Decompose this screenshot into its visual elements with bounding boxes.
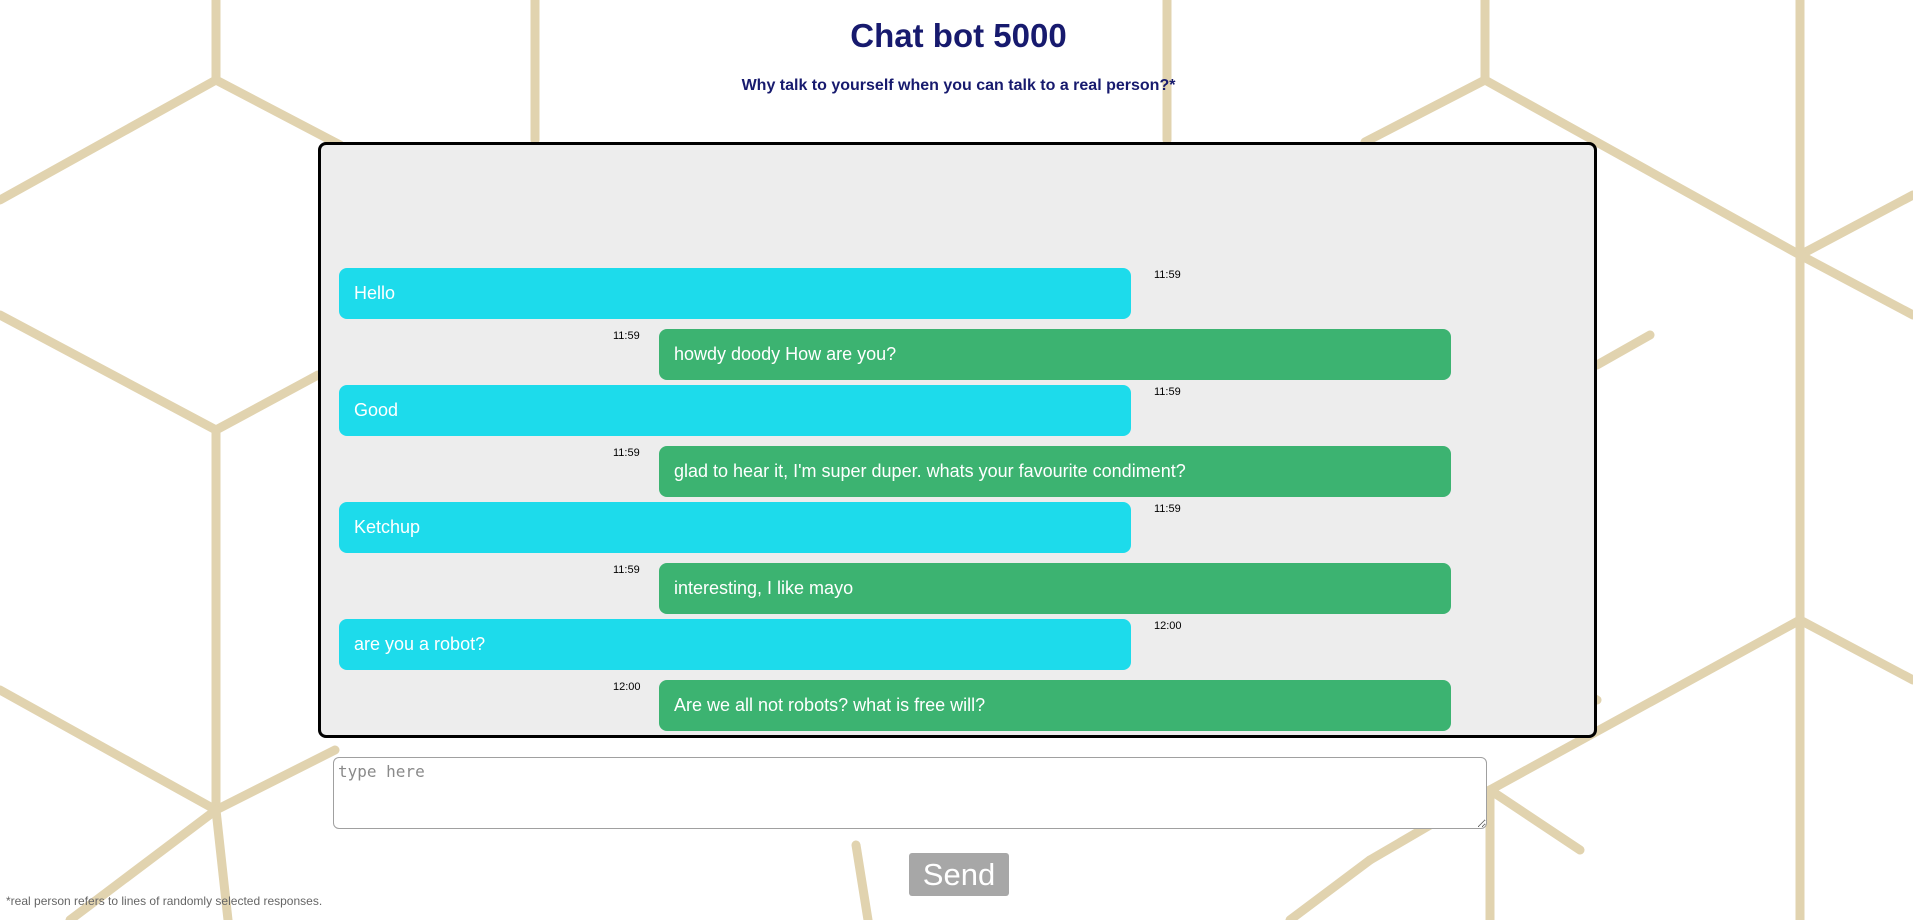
message-input[interactable] <box>333 757 1487 829</box>
message-timestamp: 12:00 <box>1154 620 1182 632</box>
message-timestamp: 11:59 <box>1154 386 1181 398</box>
footnote: *real person refers to lines of randomly… <box>6 894 323 908</box>
message-timestamp: 11:59 <box>613 447 640 459</box>
user-message: are you a robot? <box>339 619 1131 670</box>
bot-message: glad to hear it, I'm super duper. whats … <box>659 446 1451 497</box>
user-message: Ketchup <box>339 502 1131 553</box>
message-timestamp: 11:59 <box>1154 269 1181 281</box>
message-timestamp: 11:59 <box>613 330 640 342</box>
chat-window[interactable]: Hello 11:59 howdy doody How are you? 11:… <box>318 142 1597 738</box>
user-message: Good <box>339 385 1131 436</box>
message-timestamp: 11:59 <box>613 564 640 576</box>
send-button[interactable]: Send <box>909 853 1009 896</box>
page-title: Chat bot 5000 <box>850 17 1067 54</box>
message-timestamp: 12:00 <box>613 681 641 693</box>
bot-message: Are we all not robots? what is free will… <box>659 680 1451 731</box>
bot-message: interesting, I like mayo <box>659 563 1451 614</box>
message-timestamp: 11:59 <box>1154 503 1181 515</box>
user-message: Hello <box>339 268 1131 319</box>
bot-message: howdy doody How are you? <box>659 329 1451 380</box>
page-subtitle: Why talk to yourself when you can talk t… <box>741 77 1176 94</box>
